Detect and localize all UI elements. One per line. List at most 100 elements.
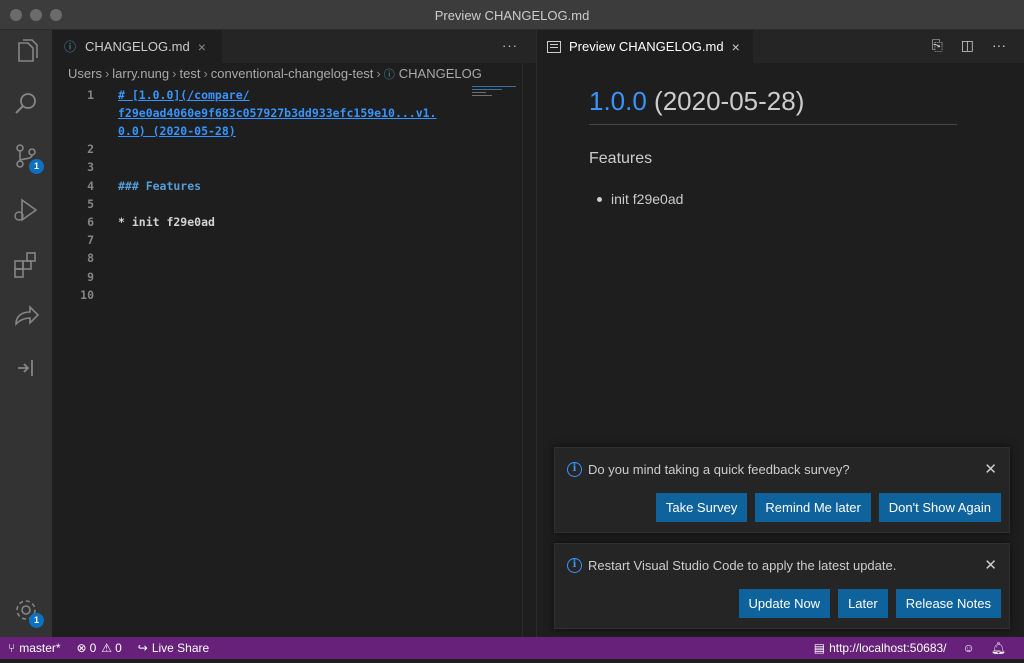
breadcrumb-item[interactable]: Users [68, 66, 102, 81]
update-now-button[interactable]: Update Now [738, 589, 831, 618]
line-number: 4 [87, 179, 94, 193]
line-number: 10 [80, 288, 94, 302]
settings-gear-icon[interactable]: 1 [10, 594, 44, 628]
error-icon: ⊗ [76, 641, 87, 655]
code-line: f29e0ad4060e9f683c057927b3dd933efc159e10… [118, 106, 437, 120]
line-number: 9 [87, 270, 94, 284]
info-icon: i [567, 462, 582, 477]
markdown-info-icon: ⓘ [64, 40, 77, 54]
preview-actions: ⎘ ◫ ··· [932, 37, 1006, 54]
release-notes-button[interactable]: Release Notes [895, 589, 1001, 618]
notification-text: Restart Visual Studio Code to apply the … [588, 558, 897, 573]
code-line: ### Features [118, 179, 202, 193]
open-source-icon[interactable]: ⎘ [932, 37, 943, 54]
code-line: # [1.0.0](/compare/ [118, 88, 250, 102]
extensions-icon[interactable] [10, 248, 42, 280]
line-number: 1 [87, 88, 94, 102]
settings-badge: 1 [29, 613, 44, 628]
editor-scrollbar[interactable] [522, 63, 523, 637]
update-notification: i Restart Visual Studio Code to apply th… [554, 543, 1010, 629]
chevron-right-icon: › [376, 66, 381, 81]
status-bar: ⑂ master* ⊗ 0 ⚠ 0 ↪ Live Share ▤ http://… [0, 637, 1024, 659]
notification-message: i Do you mind taking a quick feedback su… [567, 462, 850, 477]
title-bar: Preview CHANGELOG.md [0, 0, 1024, 30]
heading-rule [589, 124, 957, 125]
more-actions-icon[interactable]: ··· [992, 37, 1006, 54]
branch-name: master* [19, 641, 61, 655]
remind-me-later-button[interactable]: Remind Me later [755, 493, 871, 522]
line-number: 6 [87, 215, 94, 229]
close-tab-icon[interactable]: × [732, 39, 740, 55]
live-share-label: Live Share [151, 641, 210, 655]
later-button[interactable]: Later [838, 589, 888, 618]
line-number: 8 [87, 251, 94, 265]
close-tab-icon[interactable]: × [198, 39, 206, 55]
search-icon[interactable] [10, 88, 42, 120]
more-actions-icon[interactable]: ··· [502, 38, 518, 53]
line-number: 2 [87, 142, 94, 156]
code-line: 0.0) (2020-05-28) [118, 124, 236, 138]
breadcrumb-item[interactable]: conventional-changelog-test [211, 66, 374, 81]
editor-group: ⓘ CHANGELOG.md × ··· Users › larry.nung › te… [52, 30, 536, 637]
server-status[interactable]: ▤ http://localhost:50683/ [806, 637, 955, 659]
minimap[interactable] [472, 86, 522, 116]
feedback-icon[interactable]: ☺ [955, 637, 983, 659]
chevron-right-icon: › [172, 66, 177, 81]
live-share-icon: ↪ [137, 641, 148, 655]
preview-icon [547, 40, 561, 53]
chevron-right-icon: › [104, 66, 110, 81]
dont-show-again-button[interactable]: Don't Show Again [878, 493, 1001, 522]
notification-buttons: Take Survey Remind Me later Don't Show A… [655, 493, 1001, 522]
preview-heading-3: Features [589, 150, 653, 167]
window-bottom-edge [0, 659, 1024, 663]
window-title: Preview CHANGELOG.md [434, 8, 590, 23]
activity-bar: 1 1 [0, 30, 52, 637]
feedback-survey-notification: i Do you mind taking a quick feedback su… [554, 447, 1010, 533]
info-icon: i [567, 558, 582, 573]
editor-tab-bar: ⓘ CHANGELOG.md × ··· [52, 30, 536, 63]
remote-explorer-icon[interactable] [10, 352, 42, 384]
git-branch-icon: ⑂ [8, 641, 16, 655]
version-link[interactable]: 1.0.0 [589, 86, 647, 116]
line-number: 3 [87, 160, 94, 174]
live-share-icon[interactable] [10, 300, 42, 332]
branch-status[interactable]: ⑂ master* [0, 637, 69, 659]
close-icon[interactable]: ✕ [984, 460, 997, 478]
notifications-bell-icon[interactable]: 🔔︎ [983, 637, 1014, 659]
take-survey-button[interactable]: Take Survey [655, 493, 748, 522]
source-control-icon[interactable]: 1 [10, 140, 44, 174]
warning-icon: ⚠ [101, 641, 113, 655]
warning-count: 0 [115, 641, 122, 655]
tab-changelog[interactable]: ⓘ CHANGELOG.md × [52, 30, 222, 63]
live-share-status[interactable]: ↪ Live Share [130, 637, 217, 659]
chevron-right-icon: › [203, 66, 208, 81]
breadcrumb-item[interactable]: larry.nung [112, 66, 169, 81]
tab-preview-changelog[interactable]: Preview CHANGELOG.md × [537, 30, 753, 63]
explorer-icon[interactable] [10, 36, 42, 68]
tab-label: Preview CHANGELOG.md [569, 39, 724, 54]
close-icon[interactable]: ✕ [984, 556, 997, 574]
notification-message: i Restart Visual Studio Code to apply th… [567, 558, 896, 573]
notification-text: Do you mind taking a quick feedback surv… [588, 462, 850, 477]
source-control-badge: 1 [29, 159, 44, 174]
problems-status[interactable]: ⊗ 0 ⚠ 0 [69, 637, 130, 659]
list-item: init f29e0ad [596, 191, 684, 207]
version-date: (2020-05-28) [646, 86, 805, 116]
server-icon: ▤ [813, 641, 826, 655]
run-debug-icon[interactable] [10, 194, 42, 226]
split-editor-icon[interactable]: ◫ [961, 37, 974, 54]
line-number: 7 [87, 233, 94, 247]
preview-heading-1: 1.0.0 (2020-05-28) [589, 86, 804, 117]
breadcrumb-item[interactable]: test [179, 66, 200, 81]
server-url: http://localhost:50683/ [829, 641, 947, 655]
breadcrumb-item[interactable]: CHANGELOG [399, 66, 482, 81]
code-line: * init f29e0ad [118, 215, 215, 229]
line-number: 5 [87, 197, 94, 211]
breadcrumb: Users › larry.nung › test › conventional-chang… [68, 66, 536, 82]
markdown-info-icon: ⓘ [383, 69, 395, 81]
tab-label: CHANGELOG.md [85, 39, 190, 54]
error-count: 0 [89, 641, 97, 655]
preview-tab-bar: Preview CHANGELOG.md × ⎘ ◫ ··· [537, 30, 1024, 63]
notification-buttons: Update Now Later Release Notes [738, 589, 1001, 618]
status-bar-right: ▤ http://localhost:50683/ ☺ 🔔︎ [806, 637, 1014, 659]
